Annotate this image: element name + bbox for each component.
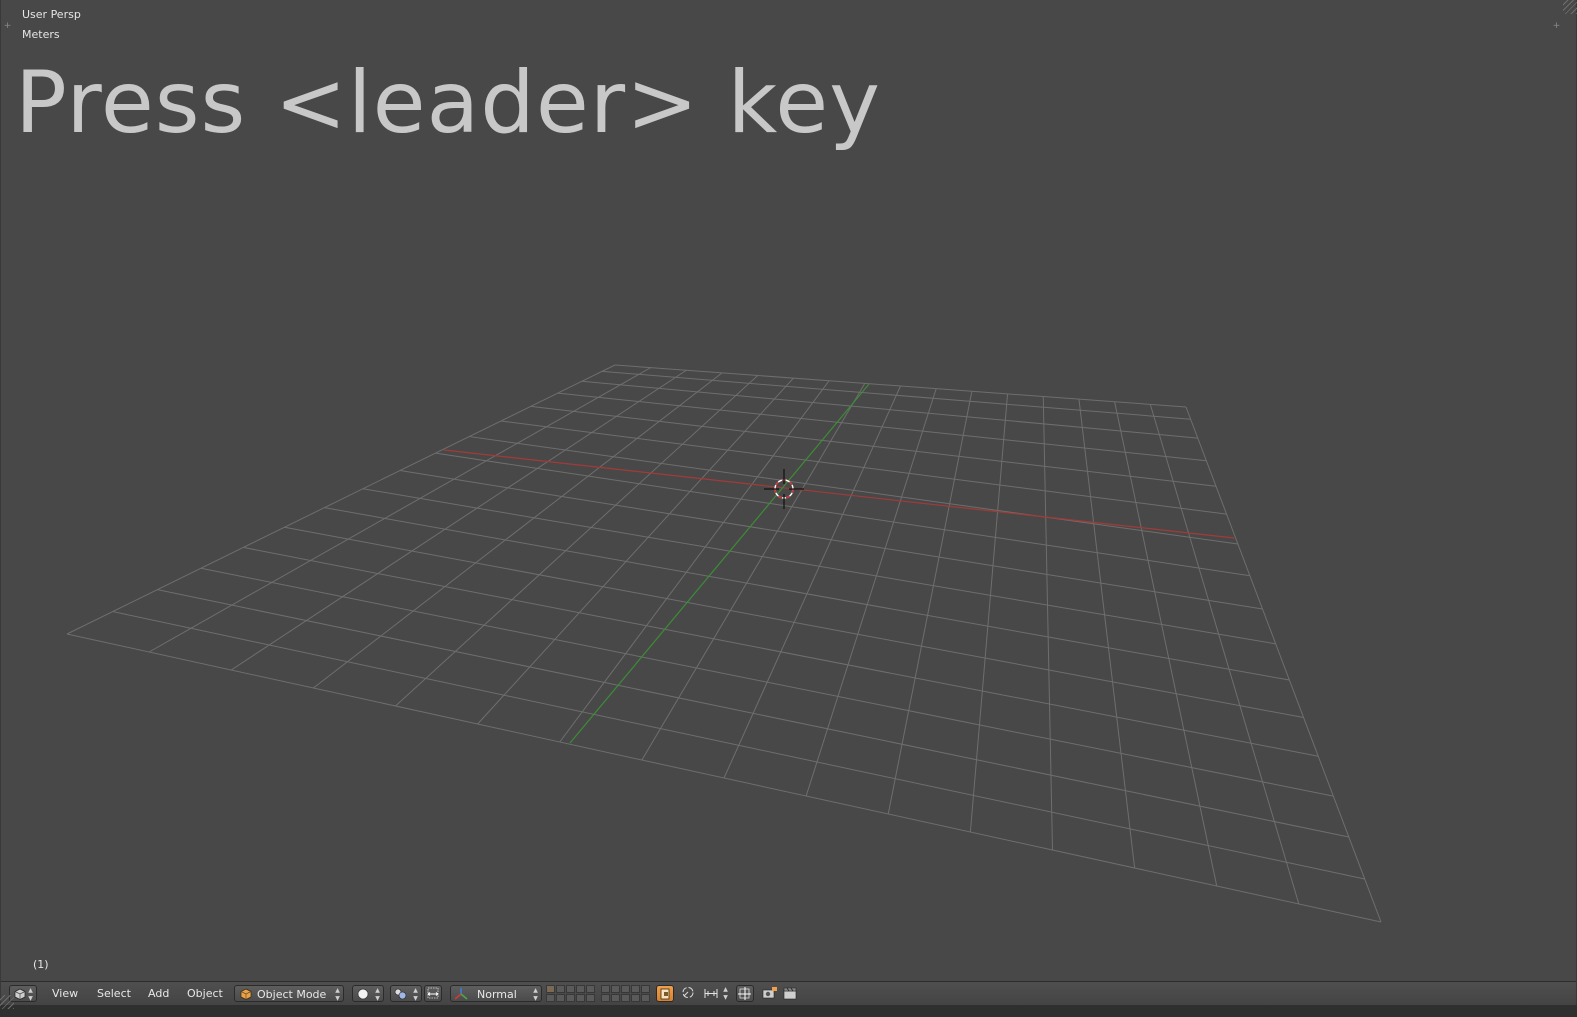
dropdown-arrows-icon: ▲ ▼ xyxy=(413,987,418,1002)
menu-select[interactable]: Select xyxy=(97,985,131,1002)
dropdown-arrows-icon: ▲ ▼ xyxy=(28,987,33,1002)
solid-sphere-icon xyxy=(357,988,369,1000)
view-perspective-label: User Persp xyxy=(22,8,81,21)
render-animation-button[interactable] xyxy=(781,985,799,1002)
units-label: Meters xyxy=(22,28,60,41)
menu-view[interactable]: View xyxy=(52,985,78,1002)
pivot-point-icon xyxy=(394,988,407,1000)
layer-button[interactable] xyxy=(576,985,585,993)
orientation-value: Normal xyxy=(477,988,517,1001)
tool-shelf-toggle-icon[interactable]: + xyxy=(3,20,12,32)
layer-buttons-group-2[interactable] xyxy=(601,985,650,1002)
grid-line xyxy=(1185,406,1382,923)
layer-button[interactable] xyxy=(631,985,640,993)
area-split-handle-icon[interactable] xyxy=(1563,0,1577,14)
layer-button[interactable] xyxy=(601,994,610,1002)
layer-button[interactable] xyxy=(586,985,595,993)
dropdown-arrows-icon: ▲ ▼ xyxy=(533,987,538,1002)
area-split-handle-icon[interactable] xyxy=(0,995,14,1009)
render-still-button[interactable] xyxy=(761,985,779,1002)
grid-line xyxy=(66,364,616,635)
properties-toggle-icon[interactable]: + xyxy=(1552,20,1561,32)
grid-line xyxy=(641,383,866,761)
menu-object[interactable]: Object xyxy=(187,985,223,1002)
proportional-edit-icon xyxy=(682,987,694,998)
grid-line xyxy=(1149,404,1300,905)
menu-add[interactable]: Add xyxy=(148,985,169,1002)
3d-viewport[interactable]: User Persp Meters Press <leader> key (1)… xyxy=(1,0,1576,981)
layer-button[interactable] xyxy=(621,985,630,993)
layer-button[interactable] xyxy=(641,994,650,1002)
render-still-icon xyxy=(762,987,777,999)
layer-button[interactable] xyxy=(611,985,620,993)
layer-button[interactable] xyxy=(546,985,555,993)
y-axis-line xyxy=(569,383,870,744)
grid-line xyxy=(313,372,723,689)
window-bottom-edge xyxy=(0,1005,1577,1017)
mode-selector[interactable]: Object Mode ▲ ▼ xyxy=(234,985,344,1002)
layer-buttons-group-1[interactable] xyxy=(546,985,595,1002)
layer-button[interactable] xyxy=(611,994,620,1002)
object-mode-cube-icon xyxy=(240,988,252,1000)
layer-button[interactable] xyxy=(566,994,575,1002)
layer-button[interactable] xyxy=(586,994,595,1002)
transform-orientation-selector[interactable]: Normal ▲ ▼ xyxy=(450,985,542,1002)
layer-button[interactable] xyxy=(566,985,575,993)
layer-button[interactable] xyxy=(546,994,555,1002)
layer-button[interactable] xyxy=(631,994,640,1002)
manipulator-toggle-button[interactable] xyxy=(424,985,442,1002)
transform-axes-icon xyxy=(454,988,468,1000)
manipulator-arrows-icon xyxy=(427,987,439,999)
dropdown-arrows-icon: ▲ ▼ xyxy=(723,986,728,1001)
x-axis-line xyxy=(443,449,1235,539)
grid-line xyxy=(477,377,794,725)
snap-toggle-button[interactable] xyxy=(736,985,754,1002)
dropdown-arrows-icon: ▲ ▼ xyxy=(335,987,340,1002)
3d-view-icon xyxy=(14,988,26,1000)
layer-button[interactable] xyxy=(556,985,565,993)
key-hint-overlay: Press <leader> key xyxy=(15,53,882,153)
grid-line xyxy=(1114,401,1218,887)
snap-element-selector[interactable]: ▲ ▼ xyxy=(701,985,731,1002)
mode-value: Object Mode xyxy=(257,988,327,1001)
layer-button[interactable] xyxy=(621,994,630,1002)
grid-line xyxy=(148,367,651,653)
frame-number-label: (1) xyxy=(33,958,49,971)
snap-target-icon xyxy=(704,989,718,998)
proportional-edit-button[interactable] xyxy=(680,985,698,1002)
lock-scene-layers-icon xyxy=(660,988,670,1000)
3d-view-header: ▲ ▼ View Select Add Object Object Mode ▲ ▼… xyxy=(1,981,1576,1005)
render-animation-icon xyxy=(783,987,797,1000)
pivot-point-selector[interactable]: ▲ ▼ xyxy=(390,985,422,1002)
viewport-shading-selector[interactable]: ▲ ▼ xyxy=(352,985,384,1002)
layer-button[interactable] xyxy=(576,994,585,1002)
grid-line xyxy=(1078,399,1136,869)
grid-line xyxy=(1042,396,1053,851)
layer-button[interactable] xyxy=(601,985,610,993)
layer-button[interactable] xyxy=(556,994,565,1002)
layer-button[interactable] xyxy=(641,985,650,993)
dropdown-arrows-icon: ▲ ▼ xyxy=(375,987,380,1002)
snap-magnet-icon xyxy=(738,987,751,1000)
lock-scene-layers-button[interactable] xyxy=(656,985,674,1002)
